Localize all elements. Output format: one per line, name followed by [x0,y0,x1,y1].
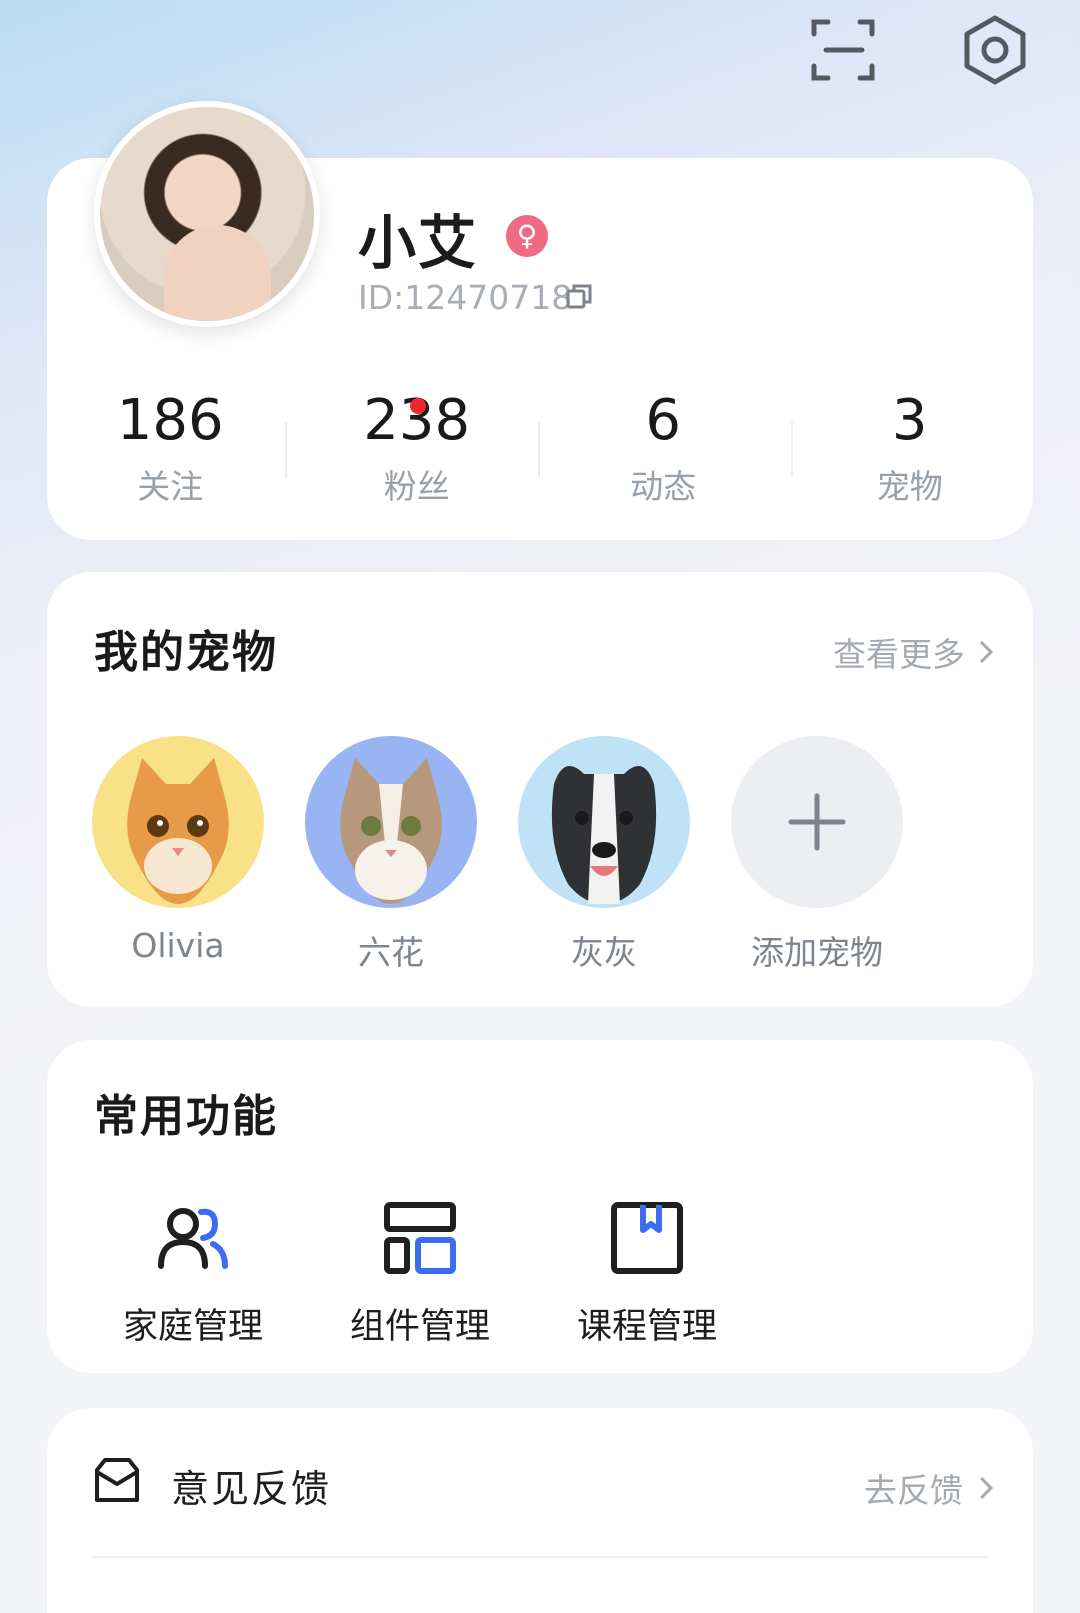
pet-name: Olivia [131,926,225,965]
stat-divider [285,422,287,478]
stats-row: 186 关注 238 粉丝 6 动态 3 宠物 [47,388,1033,508]
stat-label: 关注 [137,467,204,506]
pets-section-title: 我的宠物 [94,627,278,678]
mail-icon [95,1458,139,1502]
widget-management-button[interactable]: 组件管理 [330,1200,510,1349]
list-divider [93,1556,987,1558]
function-label: 组件管理 [349,1307,490,1347]
pet-name: 六花 [358,933,424,972]
stat-value: 186 [116,388,224,453]
function-label: 家庭管理 [122,1307,263,1347]
plus-icon [788,793,846,851]
add-pet-label: 添加宠物 [751,933,883,972]
stat-value: 3 [891,388,928,453]
go-feedback-label: 去反馈 [864,1471,963,1510]
add-pet-circle [731,736,903,908]
pet-item-olivia[interactable]: Olivia [92,736,264,965]
cat-face-icon [340,758,442,904]
dog-face-icon [551,766,657,904]
chevron-right-icon [979,1476,993,1500]
common-functions-card: 常用功能 家庭管理 组件管理 课程管理 [47,1040,1033,1373]
pet-avatar [92,736,264,908]
stat-value: 6 [645,388,682,453]
stat-divider [791,422,793,478]
add-pet-button[interactable]: 添加宠物 [731,736,903,974]
family-management-button[interactable]: 家庭管理 [103,1200,283,1349]
view-more-label: 查看更多 [833,635,965,674]
stat-label: 动态 [630,467,697,506]
view-more-link[interactable]: 查看更多 [833,628,993,676]
settings-icon[interactable] [955,10,1035,90]
course-management-button[interactable]: 课程管理 [557,1200,737,1349]
chevron-right-icon [979,640,993,664]
new-fans-badge [410,398,426,414]
stat-pets[interactable]: 3 宠物 [787,388,1034,508]
cat-face-icon [127,758,229,904]
stat-divider [538,422,540,478]
family-icon [158,1208,228,1269]
pet-item-huihui[interactable]: 灰灰 [518,736,690,974]
scan-icon[interactable] [804,10,884,90]
my-pets-card: 我的宠物 查看更多 Olivia 六花 灰灰 添加宠物 [47,572,1033,1007]
function-label: 课程管理 [576,1307,717,1347]
pet-item-liuhua[interactable]: 六花 [305,736,477,974]
stat-posts[interactable]: 6 动态 [540,388,787,508]
feedback-row[interactable]: 意见反馈 去反馈 [47,1408,1033,1553]
stat-label: 宠物 [876,467,943,506]
stats-row-container: 186 关注 238 粉丝 6 动态 3 宠物 [47,158,1033,540]
book-icon [611,1202,683,1274]
stat-label: 粉丝 [383,467,450,506]
pet-avatar [518,736,690,908]
widget-layout-icon [384,1202,456,1274]
pet-name: 灰灰 [571,933,637,972]
feedback-label: 意见反馈 [171,1467,332,1511]
settings-list-card: 意见反馈 去反馈 [47,1408,1033,1613]
go-feedback-link[interactable]: 去反馈 [864,1464,993,1512]
functions-section-title: 常用功能 [94,1091,278,1142]
pet-avatar [305,736,477,908]
stat-following[interactable]: 186 关注 [47,388,294,508]
